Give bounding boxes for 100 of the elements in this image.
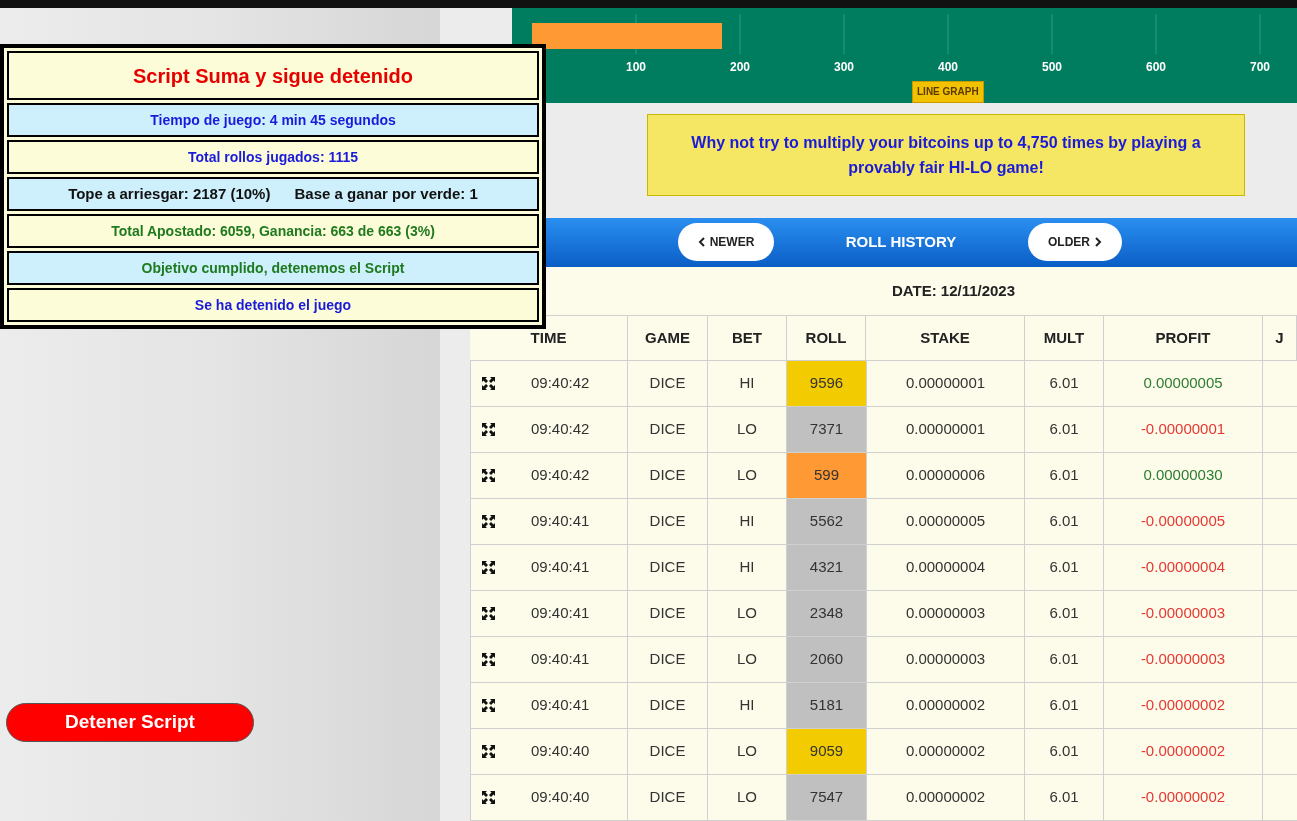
expand-icon[interactable]	[482, 515, 495, 528]
chevron-right-icon	[1094, 237, 1102, 248]
table-cell: DICE	[628, 591, 708, 637]
roll-cell: 7547	[787, 775, 866, 821]
roll-cell: 2060	[787, 637, 866, 683]
roll-cell: 599	[787, 453, 866, 499]
status-text: Tiempo de juego: 4 min 45 segundos	[150, 110, 396, 130]
axis-tick-label: 500	[1042, 60, 1062, 74]
profit-cell: -0.00000002	[1104, 775, 1263, 821]
profit-cell: 0.00000030	[1104, 453, 1263, 499]
axis-tick-label: 400	[938, 60, 958, 74]
table-cell: DICE	[628, 729, 708, 775]
status-text: Total rollos jugados: 1115	[187, 147, 359, 167]
table-cell: 0.00000001	[866, 407, 1025, 453]
roll-cell: 7371	[787, 407, 866, 453]
axis-tick-label: 600	[1146, 60, 1166, 74]
table-cell: 6.01	[1025, 591, 1104, 637]
line-graph-button[interactable]: LINE GRAPH	[912, 80, 984, 103]
table-cell: 6.01	[1025, 729, 1104, 775]
profit-cell: 0.00000005	[1104, 361, 1263, 407]
table-cell: 6.01	[1025, 545, 1104, 591]
expand-icon[interactable]	[482, 469, 495, 482]
chevron-left-icon	[697, 237, 706, 248]
column-header: STAKE	[866, 316, 1025, 361]
status-text: Tope a arriesgar: 2187 (10%)	[68, 183, 271, 204]
time-cell-text: 09:40:42	[531, 419, 590, 440]
profit-cell: -0.00000001	[1104, 407, 1263, 453]
table-cell: 6.01	[1025, 453, 1104, 499]
roll-cell: 5181	[787, 683, 866, 729]
status-text: Se ha detenido el juego	[194, 295, 352, 315]
profit-cell: -0.00000003	[1104, 637, 1263, 683]
profit-cell: -0.00000004	[1104, 545, 1263, 591]
time-cell-text: 09:40:41	[531, 649, 590, 670]
table-cell: DICE	[628, 499, 708, 545]
table-cell: 0.00000006	[866, 453, 1025, 499]
date-label: DATE: 12/11/2023	[890, 280, 1016, 301]
table-cell: DICE	[628, 683, 708, 729]
roll-cell: 9059	[787, 729, 866, 775]
table-cell: 0.00000003	[866, 637, 1025, 683]
newer-button[interactable]: NEWER	[678, 223, 774, 262]
roll-cell: 9596	[787, 361, 866, 407]
time-cell-text: 09:40:40	[531, 741, 590, 762]
time-cell-text: 09:40:42	[531, 373, 590, 394]
status-text: Base a ganar por verde: 1	[294, 183, 478, 204]
older-button[interactable]: OLDER	[1028, 223, 1122, 262]
table-cell: 0.00000002	[866, 683, 1025, 729]
column-header: GAME	[628, 316, 708, 361]
status-text: Script Suma y sigue detenido	[132, 63, 414, 89]
table-cell: DICE	[628, 407, 708, 453]
axis-tick-label: 200	[730, 60, 750, 74]
axis-tick-label: 100	[626, 60, 646, 74]
axis-tick-label: 300	[834, 60, 854, 74]
roll-cell: 2348	[787, 591, 866, 637]
axis-tick-label: 700	[1250, 60, 1270, 74]
stop-script-button[interactable]: Detener Script	[6, 703, 254, 742]
table-cell: 6.01	[1025, 499, 1104, 545]
column-header: PROFIT	[1104, 316, 1263, 361]
roll-history-title: ROLL HISTORY	[844, 232, 958, 253]
expand-icon[interactable]	[482, 377, 495, 390]
table-cell: 6.01	[1025, 361, 1104, 407]
table-cell: 0.00000004	[866, 545, 1025, 591]
column-header: BET	[708, 316, 787, 361]
table-cell: 0.00000001	[866, 361, 1025, 407]
table-cell: 6.01	[1025, 775, 1104, 821]
time-cell-text: 09:40:41	[531, 603, 590, 624]
table-cell: 0.00000005	[866, 499, 1025, 545]
table-cell: 6.01	[1025, 637, 1104, 683]
status-text: Total Apostado: 6059, Ganancia: 663 de 663 (3%)	[111, 221, 435, 241]
column-header: MULT	[1025, 316, 1104, 361]
expand-icon[interactable]	[482, 791, 495, 804]
status-text: Objetivo cumplido, detenemos el Script	[141, 258, 405, 278]
table-cell: 6.01	[1025, 683, 1104, 729]
roll-cell: 4321	[787, 545, 866, 591]
expand-icon[interactable]	[482, 699, 495, 712]
profit-cell: -0.00000002	[1104, 729, 1263, 775]
expand-icon[interactable]	[482, 607, 495, 620]
expand-icon[interactable]	[482, 653, 495, 666]
profit-cell: -0.00000003	[1104, 591, 1263, 637]
table-cell: 0.00000002	[866, 775, 1025, 821]
time-cell-text: 09:40:41	[531, 695, 590, 716]
expand-icon[interactable]	[482, 745, 495, 758]
table-cell: DICE	[628, 545, 708, 591]
profit-cell: -0.00000002	[1104, 683, 1263, 729]
time-cell-text: 09:40:41	[531, 557, 590, 578]
table-cell: DICE	[628, 775, 708, 821]
time-cell-text: 09:40:42	[531, 465, 590, 486]
profit-cell: -0.00000005	[1104, 499, 1263, 545]
time-cell-text: 09:40:40	[531, 787, 590, 808]
table-cell: 0.00000003	[866, 591, 1025, 637]
roll-cell: 5562	[787, 499, 866, 545]
time-cell-text: 09:40:41	[531, 511, 590, 532]
table-cell: DICE	[628, 361, 708, 407]
column-header: J	[1263, 316, 1297, 361]
table-cell: DICE	[628, 453, 708, 499]
table-cell: DICE	[628, 637, 708, 683]
table-cell: 0.00000002	[866, 729, 1025, 775]
expand-icon[interactable]	[482, 423, 495, 436]
expand-icon[interactable]	[482, 561, 495, 574]
promo-text: Why not try to multiply your bitcoins up to 4,750 times by playing a provably fair HI-LO game!	[690, 132, 1202, 178]
table-cell: 6.01	[1025, 407, 1104, 453]
